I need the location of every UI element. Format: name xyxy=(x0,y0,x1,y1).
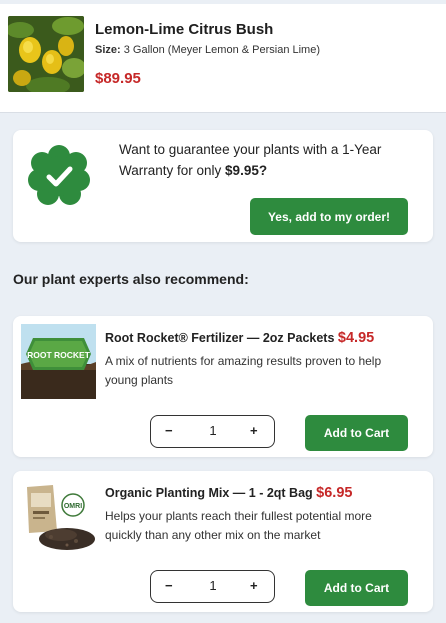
product-price: $89.95 xyxy=(95,70,141,87)
check-badge-icon xyxy=(27,144,91,208)
recommendation-name: Root Rocket® Fertilizer — 2oz Packets xyxy=(105,331,335,345)
add-warranty-button[interactable]: Yes, add to my order! xyxy=(250,198,408,235)
recommendation-price: $6.95 xyxy=(316,485,353,501)
root-rocket-product-image: ROOT ROCKET xyxy=(21,324,96,399)
planting-mix-product-image: OMRI xyxy=(21,479,96,554)
increase-quantity-button[interactable]: + xyxy=(250,423,258,438)
recommendation-name: Organic Planting Mix — 1 - 2qt Bag xyxy=(105,486,313,500)
increase-quantity-button[interactable]: + xyxy=(250,578,258,593)
root-rocket-logo-text: ROOT ROCKET xyxy=(27,350,91,360)
product-title: Lemon-Lime Citrus Bush xyxy=(95,21,274,38)
warranty-price: $9.95? xyxy=(225,163,268,178)
warranty-card: Want to guarantee your plants with a 1-Y… xyxy=(13,130,433,242)
recommendation-title: Root Rocket® Fertilizer — 2oz Packets $4… xyxy=(105,329,425,347)
quantity-value[interactable]: 1 xyxy=(207,578,219,593)
recommendation-card: ROOT ROCKET Root Rocket® Fertilizer — 2o… xyxy=(13,316,433,457)
size-value: 3 Gallon (Meyer Lemon & Persian Lime) xyxy=(123,44,320,56)
add-to-cart-button[interactable]: Add to Cart xyxy=(305,415,408,451)
recommendation-title: Organic Planting Mix — 1 - 2qt Bag $6.95 xyxy=(105,484,425,502)
recommendation-card: OMRI Organic Planting Mix — 1 - 2qt Bag … xyxy=(13,471,433,612)
recommend-heading: Our plant experts also recommend: xyxy=(13,271,249,287)
size-label: Size: xyxy=(95,44,121,56)
product-size: Size: 3 Gallon (Meyer Lemon & Persian Li… xyxy=(95,44,320,56)
top-divider xyxy=(0,0,446,4)
recommendation-description: A mix of nutrients for amazing results p… xyxy=(105,354,382,387)
quantity-stepper: − 1 + xyxy=(150,570,275,603)
decrease-quantity-button[interactable]: − xyxy=(165,423,173,438)
recommendation-description: Helps your plants reach their fullest po… xyxy=(105,509,372,542)
cart-item-card: Lemon-Lime Citrus Bush Size: 3 Gallon (M… xyxy=(0,0,446,113)
decrease-quantity-button[interactable]: − xyxy=(165,578,173,593)
lemon-lime-product-image xyxy=(8,16,84,92)
quantity-value[interactable]: 1 xyxy=(207,423,219,438)
warranty-text: Want to guarantee your plants with a 1-Y… xyxy=(119,139,419,181)
add-to-cart-button[interactable]: Add to Cart xyxy=(305,570,408,606)
quantity-stepper: − 1 + xyxy=(150,415,275,448)
recommendation-price: $4.95 xyxy=(337,330,375,346)
omri-logo-text: OMRI xyxy=(64,503,82,510)
